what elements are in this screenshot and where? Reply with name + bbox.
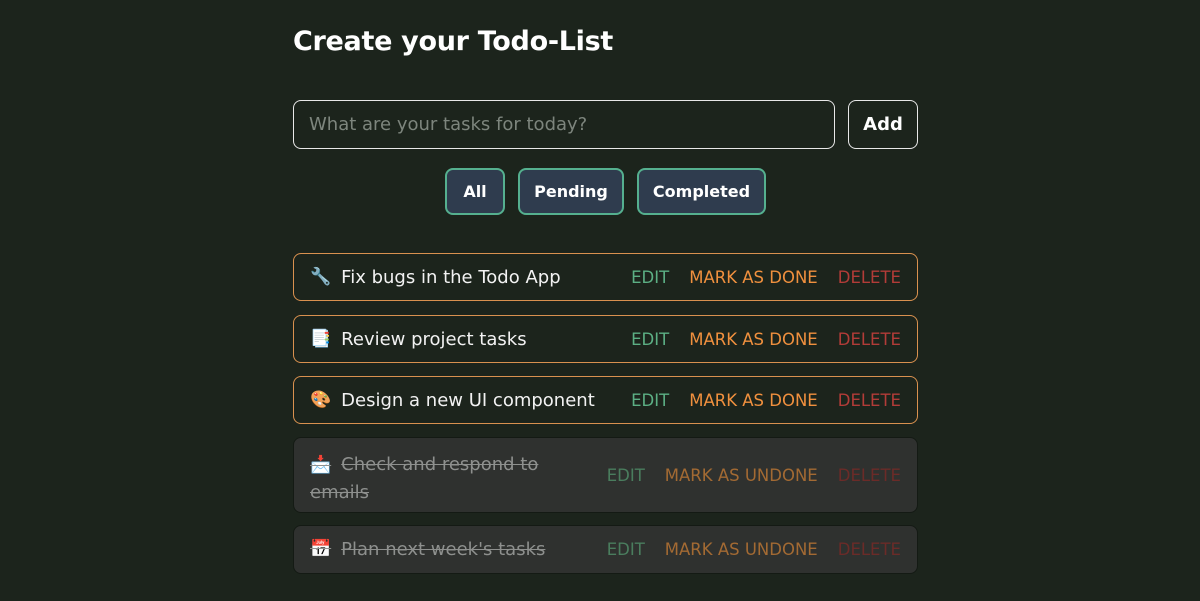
todo-text: Plan next week's tasks	[341, 539, 546, 560]
todo-actions: EDIT MARK AS UNDONE DELETE	[607, 438, 901, 512]
page-title: Create your Todo-List	[293, 26, 613, 57]
todo-item: 📩 Check and respond to emails EDIT MARK A…	[293, 437, 918, 513]
todo-text: Check and respond to emails	[310, 454, 539, 503]
todo-text-container: 📩 Check and respond to emails	[310, 451, 560, 506]
add-button[interactable]: Add	[848, 100, 918, 149]
todo-text: Design a new UI component	[341, 389, 595, 411]
calendar-icon: 📅	[310, 539, 332, 559]
edit-button[interactable]: EDIT	[631, 330, 669, 349]
delete-button[interactable]: DELETE	[838, 268, 901, 287]
todo-actions: EDIT MARK AS UNDONE DELETE	[607, 526, 901, 573]
mark-done-button[interactable]: MARK AS DONE	[689, 268, 818, 287]
todo-item: 🎨 Design a new UI component EDIT MARK AS…	[293, 376, 918, 424]
filter-pending-button[interactable]: Pending	[518, 168, 624, 215]
todo-text: Review project tasks	[341, 328, 527, 350]
delete-button[interactable]: DELETE	[838, 391, 901, 410]
todo-text: Fix bugs in the Todo App	[341, 266, 561, 288]
delete-button[interactable]: DELETE	[838, 330, 901, 349]
todo-item: 🔧 Fix bugs in the Todo App EDIT MARK AS …	[293, 253, 918, 301]
mark-done-button[interactable]: MARK AS DONE	[689, 391, 818, 410]
todo-item: 📅 Plan next week's tasks EDIT MARK AS UN…	[293, 525, 918, 574]
edit-button[interactable]: EDIT	[607, 466, 645, 485]
delete-button[interactable]: DELETE	[838, 540, 901, 559]
edit-button[interactable]: EDIT	[631, 268, 669, 287]
delete-button[interactable]: DELETE	[838, 466, 901, 485]
todo-text-container: 📑 Review project tasks	[310, 316, 527, 362]
todo-actions: EDIT MARK AS DONE DELETE	[631, 254, 901, 300]
mark-undone-button[interactable]: MARK AS UNDONE	[665, 540, 818, 559]
todo-actions: EDIT MARK AS DONE DELETE	[631, 316, 901, 362]
task-input[interactable]	[293, 100, 835, 149]
document-icon: 📑	[310, 329, 332, 349]
filter-all-button[interactable]: All	[445, 168, 505, 215]
todo-text-container: 📅 Plan next week's tasks	[310, 526, 545, 573]
palette-icon: 🎨	[310, 390, 332, 410]
todo-text-container: 🎨 Design a new UI component	[310, 377, 595, 423]
todo-item: 📑 Review project tasks EDIT MARK AS DONE…	[293, 315, 918, 363]
edit-button[interactable]: EDIT	[607, 540, 645, 559]
envelope-icon: 📩	[310, 455, 332, 475]
filter-bar: All Pending Completed	[293, 168, 918, 215]
edit-button[interactable]: EDIT	[631, 391, 669, 410]
todo-text-container: 🔧 Fix bugs in the Todo App	[310, 254, 561, 300]
wrench-icon: 🔧	[310, 267, 332, 287]
input-row: Add	[293, 100, 918, 149]
mark-undone-button[interactable]: MARK AS UNDONE	[665, 466, 818, 485]
mark-done-button[interactable]: MARK AS DONE	[689, 330, 818, 349]
todo-actions: EDIT MARK AS DONE DELETE	[631, 377, 901, 423]
filter-completed-button[interactable]: Completed	[637, 168, 766, 215]
